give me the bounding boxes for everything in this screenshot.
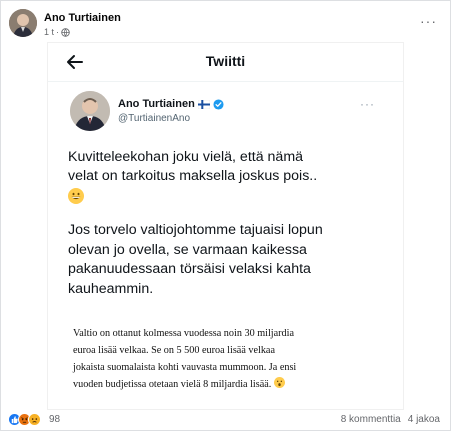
quote-line: vuoden budjetissa otetaan vielä 8 miljar… xyxy=(73,379,272,390)
post-author-name[interactable]: Ano Turtiainen xyxy=(44,12,121,24)
post-stats: 8 kommenttia 4 jakoa xyxy=(341,414,440,425)
finland-flag-icon xyxy=(197,99,210,109)
quoted-article-text: Valtio on ottanut kolmessa vuodessa noin… xyxy=(73,325,393,393)
post-time[interactable]: 1 t xyxy=(44,27,54,37)
grinning-emoji-icon xyxy=(68,188,84,204)
quote-line: Valtio on ottanut kolmessa vuodessa noin… xyxy=(73,328,294,339)
quote-line: euroa lisää velkaa. Se on 5 500 euroa li… xyxy=(73,345,275,356)
verified-badge-icon xyxy=(213,98,224,110)
tweet-more-options-icon[interactable]: ··· xyxy=(360,97,375,111)
post-meta: 1 t · xyxy=(44,27,70,37)
quote-line-with-emoji: vuoden budjetissa otetaan vielä 8 miljar… xyxy=(73,376,393,393)
tweet-author-avatar[interactable] xyxy=(70,91,110,131)
post-more-options-icon[interactable]: ··· xyxy=(420,13,437,29)
author-avatar[interactable] xyxy=(9,9,37,37)
reaction-count[interactable]: 98 xyxy=(49,414,60,425)
tweet-author-handle[interactable]: @TurtiainenAno xyxy=(118,113,190,124)
shares-count-link[interactable]: 4 jakoa xyxy=(408,414,440,425)
tweet-paragraph-1: Kuvitteleekohan joku vielä, että nämä ve… xyxy=(68,148,393,208)
tweet-text-line: Kuvitteleekohan joku vielä, että nämä xyxy=(68,149,304,165)
quote-line: jokaista suomalaista kohti vauvasta mumm… xyxy=(73,362,297,373)
tweet-author-name-text: Ano Turtiainen xyxy=(118,98,195,110)
avatar-image xyxy=(9,9,37,37)
comments-count-link[interactable]: 8 kommenttia xyxy=(341,414,401,425)
tweet-text-line: Jos torvelo valtiojohtomme tajuaisi lopu… xyxy=(68,222,323,238)
tweet-text-line: velat on tarkoitus maksella joskus pois.… xyxy=(68,168,318,184)
tweet-text-line: pakanuudessaan törsäisi velaksi kahta xyxy=(68,261,311,277)
tweet-text-line: olevan jo ovella, se varmaan kaikessa xyxy=(68,241,307,258)
post-footer: 98 8 kommenttia 4 jakoa xyxy=(1,411,451,431)
tweet-page-title: Twiitti xyxy=(205,53,246,69)
post-header: Ano Turtiainen 1 t · ··· xyxy=(9,9,439,41)
divider xyxy=(48,81,403,82)
meta-separator: · xyxy=(56,27,60,37)
reactions-summary[interactable] xyxy=(8,413,41,426)
tweet-paragraph-2: Jos torvelo valtiojohtomme tajuaisi lopu… xyxy=(68,221,393,299)
tweet-author-name[interactable]: Ano Turtiainen xyxy=(118,98,224,110)
hushed-emoji-icon xyxy=(273,377,285,388)
globe-icon xyxy=(61,27,70,37)
tweet-screenshot: Twiitti Ano Turtiainen @TurtiainenAno ··… xyxy=(48,43,403,409)
facebook-post-card: Ano Turtiainen 1 t · ··· Twiitti Ano Tur… xyxy=(0,0,451,431)
tweet-text-line: kauheammin. xyxy=(68,280,154,297)
sad-reaction-icon xyxy=(28,413,41,426)
